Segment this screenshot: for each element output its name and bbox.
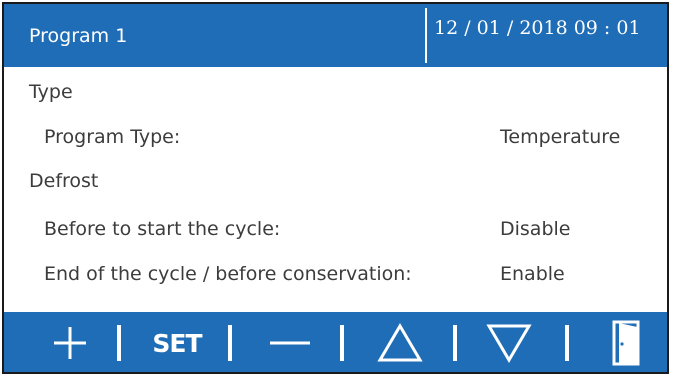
- toolbar-separator: [340, 325, 344, 361]
- setting-label: Program Type:: [44, 126, 181, 148]
- bottom-toolbar: SET: [4, 312, 667, 372]
- plus-button[interactable]: [42, 318, 98, 368]
- toolbar-separator: [117, 325, 121, 361]
- header-divider: [425, 8, 427, 63]
- set-button-label: SET: [152, 328, 202, 358]
- screen-frame: Program 1 12 / 01 / 2018 09 : 01 Type Pr…: [2, 2, 669, 374]
- minus-button[interactable]: [262, 318, 318, 368]
- setting-value: Enable: [500, 263, 565, 285]
- setting-label: Type: [29, 81, 73, 103]
- toolbar-separator: [565, 325, 569, 361]
- minus-icon: [270, 341, 310, 345]
- setting-label: Before to start the cycle:: [44, 218, 281, 240]
- down-button[interactable]: [479, 318, 539, 368]
- setting-value: Disable: [500, 218, 571, 240]
- settings-list: Type Program Type: Temperature Defrost B…: [4, 67, 667, 312]
- setting-label: Defrost: [29, 170, 99, 192]
- exit-button[interactable]: [600, 318, 652, 368]
- toolbar-separator: [228, 325, 232, 361]
- setting-row-end-of-cycle[interactable]: End of the cycle / before conservation: …: [4, 263, 667, 303]
- exit-door-icon: [612, 320, 640, 366]
- setting-label: End of the cycle / before conservation:: [44, 263, 412, 285]
- setting-row-before-start[interactable]: Before to start the cycle: Disable: [4, 218, 667, 258]
- section-heading-type: Type: [4, 81, 667, 121]
- arrow-down-icon: [486, 324, 532, 363]
- set-button[interactable]: SET: [142, 318, 212, 368]
- toolbar-separator: [453, 325, 457, 361]
- arrow-up-icon: [377, 323, 423, 362]
- setting-value: Temperature: [500, 126, 621, 148]
- plus-icon: [54, 327, 86, 359]
- header-bar: Program 1 12 / 01 / 2018 09 : 01: [4, 4, 667, 67]
- setting-row-program-type[interactable]: Program Type: Temperature: [4, 126, 667, 166]
- section-heading-defrost: Defrost: [4, 170, 667, 210]
- date-time-display: 12 / 01 / 2018 09 : 01: [434, 17, 641, 39]
- program-title: Program 1: [29, 25, 128, 47]
- up-button[interactable]: [370, 318, 430, 368]
